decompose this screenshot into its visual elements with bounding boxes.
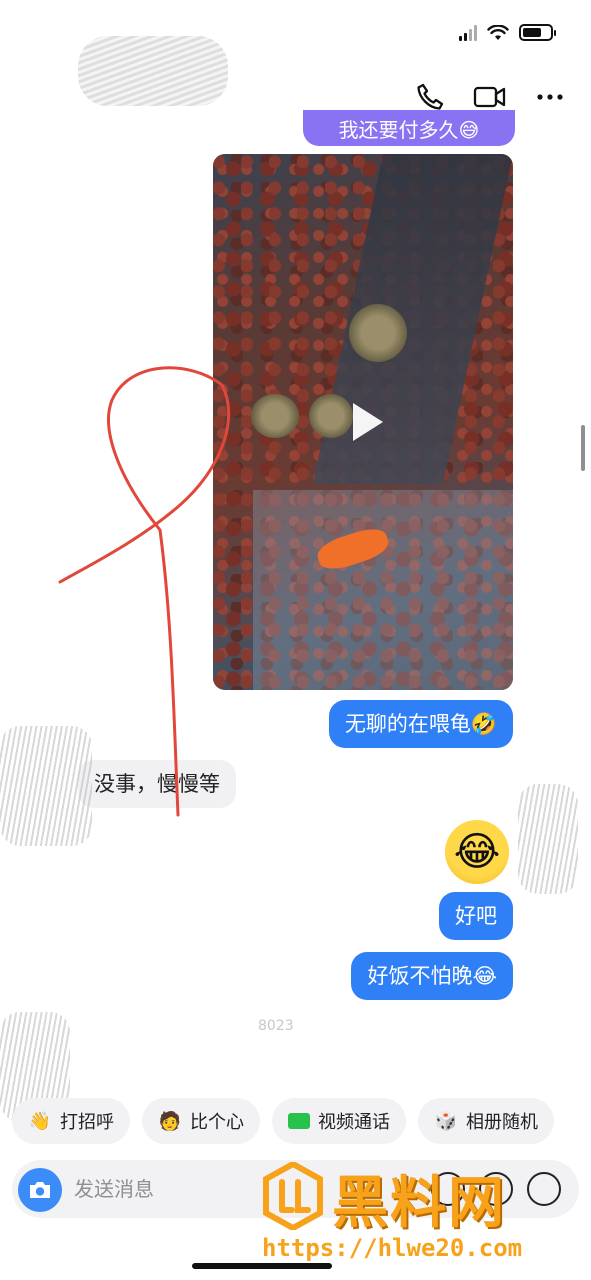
camera-button[interactable] xyxy=(18,1168,62,1212)
quick-action-heart[interactable]: 🧑 比个心 xyxy=(142,1098,260,1144)
scroll-indicator[interactable] xyxy=(581,425,585,471)
turtle-image xyxy=(251,394,299,438)
video-call-button[interactable] xyxy=(473,80,507,114)
wifi-icon xyxy=(487,24,509,40)
quick-action-label: 打招呼 xyxy=(60,1112,114,1133)
watermark-title: 黑料网 xyxy=(332,1171,506,1236)
wave-icon: 👋 xyxy=(28,1110,52,1132)
cellular-signal-icon xyxy=(459,24,477,41)
quick-action-random-album[interactable]: 🎲 相册随机 xyxy=(418,1098,554,1144)
turtle-image xyxy=(309,394,353,438)
message-bubble-partial: 我还要付多久😅 xyxy=(303,110,515,146)
video-call-icon xyxy=(473,86,506,108)
turtle-image xyxy=(349,304,407,362)
message-bubble[interactable]: 没事，慢慢等 xyxy=(78,760,236,808)
more-icon xyxy=(537,94,563,100)
sticker-emoji: 😂 xyxy=(453,829,501,875)
more-options-button[interactable] xyxy=(533,80,567,114)
video-icon xyxy=(288,1113,310,1129)
timestamp-redacted: 8023 xyxy=(258,1018,294,1034)
redaction-scribble xyxy=(518,784,578,894)
message-bubble[interactable]: 好吧 xyxy=(439,892,513,940)
chat-message-list[interactable]: 我还要付多久😅 无聊的在喂龟🤣 没事，慢慢等 😂 好吧 好饭不怕晚😂 8023 xyxy=(0,110,591,1110)
quick-action-label: 视频通话 xyxy=(318,1112,390,1133)
quick-action-video-call[interactable]: 视频通话 xyxy=(272,1098,406,1144)
redaction-scribble xyxy=(0,726,92,846)
quick-actions-bar: 👋 打招呼 🧑 比个心 视频通话 🎲 相册随机 xyxy=(12,1098,554,1144)
status-icons xyxy=(459,24,556,41)
quick-action-label: 比个心 xyxy=(190,1112,244,1133)
dice-icon: 🎲 xyxy=(434,1110,458,1132)
message-text: 没事，慢慢等 xyxy=(94,772,220,796)
quick-action-label: 相册随机 xyxy=(466,1112,538,1133)
voice-call-button[interactable] xyxy=(413,80,447,114)
battery-icon xyxy=(519,24,556,41)
sticker-message[interactable]: 😂 xyxy=(445,820,509,884)
message-text: 好饭不怕晚😂 xyxy=(367,964,497,988)
video-message[interactable] xyxy=(213,154,513,690)
message-text: 好吧 xyxy=(455,904,497,928)
watermark-logo-icon xyxy=(263,1162,323,1230)
phone-icon xyxy=(417,83,444,110)
message-text: 我还要付多久😅 xyxy=(338,118,480,142)
avatar-heart-icon: 🧑 xyxy=(158,1110,182,1132)
play-icon[interactable] xyxy=(353,403,383,441)
watermark: 黑料网 https://hlwe20.com xyxy=(262,1162,582,1274)
camera-icon xyxy=(30,1182,50,1198)
watermark-url: https://hlwe20.com xyxy=(262,1234,523,1262)
quick-action-greet[interactable]: 👋 打招呼 xyxy=(12,1098,130,1144)
message-text: 无聊的在喂龟🤣 xyxy=(344,712,497,736)
home-indicator xyxy=(192,1263,332,1269)
video-frame-water xyxy=(253,490,513,690)
header-actions xyxy=(413,80,567,114)
message-bubble[interactable]: 好饭不怕晚😂 xyxy=(351,952,513,1000)
message-bubble[interactable]: 无聊的在喂龟🤣 xyxy=(328,700,513,748)
